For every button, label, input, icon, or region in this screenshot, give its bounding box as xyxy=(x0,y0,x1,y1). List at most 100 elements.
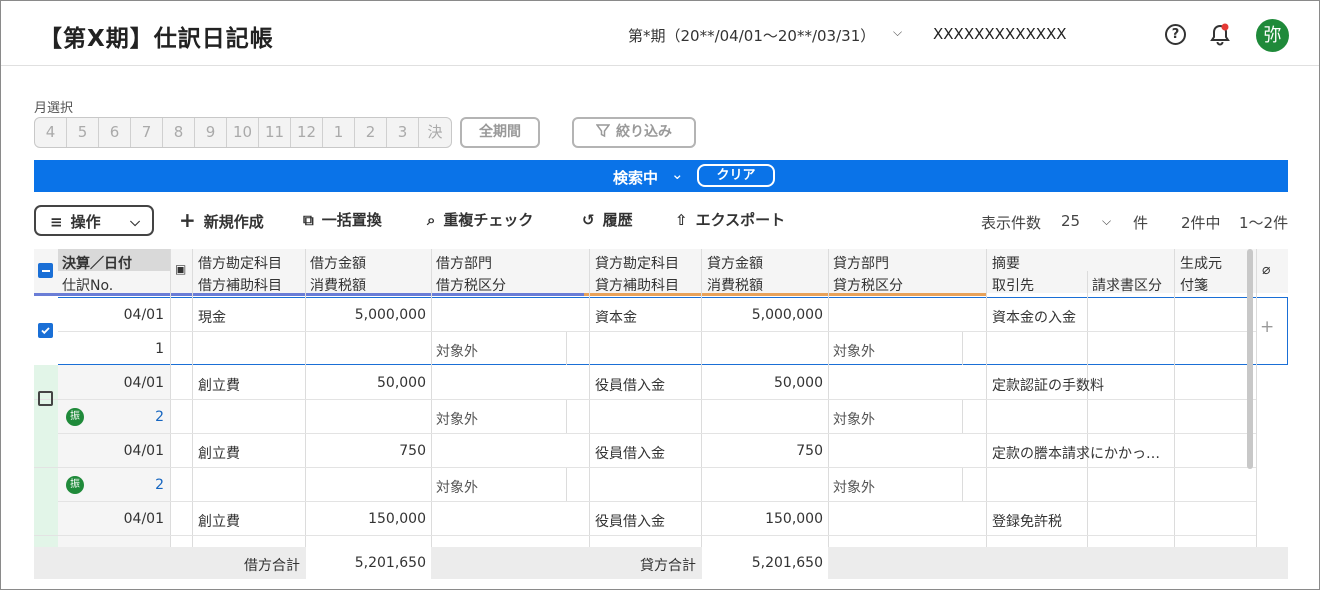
row-dr-amt[interactable]: 750 xyxy=(310,443,426,459)
history-button[interactable]: ↺ 履歴 xyxy=(582,205,633,236)
col-dr-acct[interactable]: 借方勘定科目 xyxy=(198,253,282,273)
row-date[interactable]: 04/01 xyxy=(62,443,164,459)
row-cr-acct[interactable]: 役員借入金 xyxy=(595,443,665,463)
col-partner[interactable]: 取引先 xyxy=(992,275,1034,295)
month-button[interactable]: 10 xyxy=(227,118,259,147)
avatar[interactable]: 弥 xyxy=(1256,19,1289,52)
col-dr-taxcat[interactable]: 借方税区分 xyxy=(436,275,506,295)
operations-menu-button[interactable]: ≡ 操作 ⌵ xyxy=(34,205,154,236)
month-button[interactable]: 6 xyxy=(99,118,131,147)
bell-icon[interactable] xyxy=(1209,23,1231,47)
new-entry-label: 新規作成 xyxy=(203,213,264,231)
row-cr-amt[interactable]: 5,000,000 xyxy=(707,307,823,323)
page-size-unit: 件 xyxy=(1133,214,1149,232)
month-button[interactable]: 8 xyxy=(163,118,195,147)
row-checkbox[interactable] xyxy=(38,323,53,338)
select-all-checkbox[interactable] xyxy=(38,263,53,278)
search-status-bar: 検索中 ⌄ クリア xyxy=(34,160,1288,192)
row-dr-taxcat[interactable]: 対象外 xyxy=(436,341,478,361)
row-dr-acct[interactable]: 創立費 xyxy=(198,511,240,531)
row-checkbox[interactable] xyxy=(38,391,53,406)
clear-button[interactable]: クリア xyxy=(697,164,775,187)
row-cr-taxcat[interactable]: 対象外 xyxy=(833,409,875,429)
row-dr-taxcat[interactable]: 対象外 xyxy=(436,477,478,497)
col-cr-amt[interactable]: 貸方金額 xyxy=(707,253,763,273)
help-icon[interactable]: ? xyxy=(1165,24,1186,45)
col-cr-taxcat[interactable]: 貸方税区分 xyxy=(833,275,903,295)
vertical-scrollbar[interactable] xyxy=(1247,249,1253,469)
row-dr-acct[interactable]: 創立費 xyxy=(198,375,240,395)
month-button[interactable]: 11 xyxy=(259,118,291,147)
export-label: エクスポート xyxy=(695,211,786,229)
period-selector[interactable]: 第*期（20**/04/01～20**/03/31） xyxy=(628,25,875,46)
row-memo[interactable]: 登録免許税 xyxy=(992,511,1062,531)
row-cr-taxcat[interactable]: 対象外 xyxy=(833,341,875,361)
row-cr-amt[interactable]: 50,000 xyxy=(707,375,823,391)
attachment-icon[interactable]: ⌀ xyxy=(1262,262,1270,278)
row-cr-acct[interactable]: 役員借入金 xyxy=(595,375,665,395)
row-dr-amt[interactable]: 150,000 xyxy=(310,511,426,527)
col-date[interactable]: 決算／日付 xyxy=(62,253,132,273)
row-cr-taxcat[interactable]: 対象外 xyxy=(833,477,875,497)
all-period-button[interactable]: 全期間 xyxy=(460,117,540,148)
row-date[interactable]: 04/01 xyxy=(62,375,164,391)
menu-icon: ≡ xyxy=(50,213,63,231)
row-no[interactable]: 1 xyxy=(62,341,164,357)
col-source[interactable]: 生成元 xyxy=(1180,253,1222,273)
row-dr-amt[interactable]: 50,000 xyxy=(310,375,426,391)
history-label: 履歴 xyxy=(602,211,633,229)
month-button[interactable]: 3 xyxy=(387,118,419,147)
col-dr-dept[interactable]: 借方部門 xyxy=(436,253,492,273)
month-button[interactable]: 4 xyxy=(35,118,67,147)
row-no-link[interactable]: 2 xyxy=(94,477,164,493)
row-memo[interactable]: 定款の謄本請求にかかっ… xyxy=(992,443,1172,463)
journal-table: 決算／日付 仕訳No. ▣ 借方勘定科目 借方補助科目 借方金額 消費税額 借方… xyxy=(34,249,1288,579)
double-chevron-down-icon[interactable]: ⌄ xyxy=(671,165,684,183)
col-dr-tax[interactable]: 消費税額 xyxy=(310,275,366,295)
company-name[interactable]: XXXXXXXXXXXXX xyxy=(933,25,1067,43)
row-memo[interactable]: 定款認証の手数料 xyxy=(992,375,1104,395)
page-size-select[interactable]: 25 xyxy=(1061,212,1080,230)
col-cr-acct[interactable]: 貸方勘定科目 xyxy=(595,253,679,273)
month-button[interactable]: 2 xyxy=(355,118,387,147)
filter-button[interactable]: 絞り込み xyxy=(572,117,696,148)
row-no-link[interactable]: 2 xyxy=(94,409,164,425)
row-dr-acct[interactable]: 創立費 xyxy=(198,443,240,463)
dr-total-label: 借方合計 xyxy=(244,558,300,574)
row-date[interactable]: 04/01 xyxy=(62,307,164,323)
month-button[interactable]: 7 xyxy=(131,118,163,147)
save-icon[interactable]: ▣ xyxy=(175,262,186,276)
row-date[interactable]: 04/01 xyxy=(62,511,164,527)
col-cr-tax[interactable]: 消費税額 xyxy=(707,275,763,295)
page-title: 【第X期】仕訳日記帳 xyxy=(39,26,274,52)
row-cr-acct[interactable]: 資本金 xyxy=(595,307,637,327)
row-dr-acct[interactable]: 現金 xyxy=(198,307,226,327)
chevron-down-icon[interactable]: ⌵ xyxy=(1102,214,1111,229)
col-invoice[interactable]: 請求書区分 xyxy=(1092,275,1162,295)
month-button[interactable]: 5 xyxy=(67,118,99,147)
col-memo[interactable]: 摘要 xyxy=(992,253,1020,273)
bulk-replace-button[interactable]: ⧉ 一括置換 xyxy=(303,205,382,236)
duplicate-check-button[interactable]: ⌕ 重複チェック xyxy=(427,205,533,236)
month-button[interactable]: 決 xyxy=(419,118,451,147)
col-dr-amt[interactable]: 借方金額 xyxy=(310,253,366,273)
row-cr-amt[interactable]: 150,000 xyxy=(707,511,823,527)
month-select-label: 月選択 xyxy=(34,101,74,116)
col-cr-dept[interactable]: 貸方部門 xyxy=(833,253,889,273)
month-button[interactable]: 12 xyxy=(291,118,323,147)
add-row-icon[interactable]: + xyxy=(1260,317,1274,337)
row-dr-taxcat[interactable]: 対象外 xyxy=(436,409,478,429)
export-button[interactable]: ⇧ エクスポート xyxy=(675,205,785,236)
col-dr-sub[interactable]: 借方補助科目 xyxy=(198,275,282,295)
col-no[interactable]: 仕訳No. xyxy=(62,275,113,295)
row-dr-amt[interactable]: 5,000,000 xyxy=(310,307,426,323)
row-cr-acct[interactable]: 役員借入金 xyxy=(595,511,665,531)
chevron-down-icon[interactable]: ⌵ xyxy=(893,25,902,40)
month-button[interactable]: 1 xyxy=(323,118,355,147)
month-button[interactable]: 9 xyxy=(195,118,227,147)
row-memo[interactable]: 資本金の入金 xyxy=(992,307,1076,327)
col-cr-sub[interactable]: 貸方補助科目 xyxy=(595,275,679,295)
col-tag[interactable]: 付箋 xyxy=(1180,275,1208,295)
row-cr-amt[interactable]: 750 xyxy=(707,443,823,459)
new-entry-button[interactable]: + 新規作成 xyxy=(179,205,264,236)
